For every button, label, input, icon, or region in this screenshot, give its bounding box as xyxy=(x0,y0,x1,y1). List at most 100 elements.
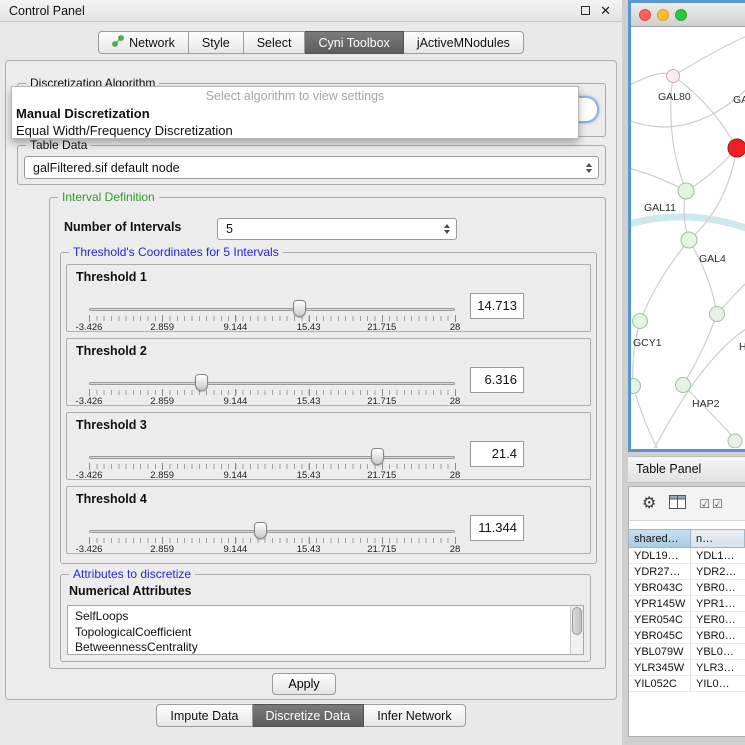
network-node[interactable] xyxy=(678,183,694,199)
cyni-toolbox-panel: Discretization Algorithm Select algorith… xyxy=(5,60,617,700)
number-of-intervals-combobox[interactable]: 5 xyxy=(217,218,457,240)
table-data-combobox[interactable]: galFiltered.sif default node xyxy=(24,156,599,179)
network-node[interactable] xyxy=(667,70,680,83)
threshold-slider[interactable]: -3.4262.8599.14415.4321.71528 xyxy=(89,413,455,479)
slider-minor-ticks xyxy=(89,390,455,395)
table-row[interactable]: YIL052CYIL0… xyxy=(629,676,745,692)
dropdown-option-manual-discretization[interactable]: Manual Discretization xyxy=(12,105,578,122)
float-window-icon[interactable] xyxy=(581,6,590,15)
slider-thumb[interactable] xyxy=(371,448,384,465)
table-toolbar: ⚙ ☑☑ xyxy=(629,487,745,521)
threshold-slider[interactable]: -3.4262.8599.14415.4321.71528 xyxy=(89,339,455,405)
slider-tick-label: 21.715 xyxy=(367,544,396,555)
combo-arrows-icon xyxy=(586,163,592,173)
slider-major-tick xyxy=(455,537,456,544)
table-row[interactable]: YBR045CYBR0… xyxy=(629,628,745,644)
tab-label: Cyni Toolbox xyxy=(318,36,389,50)
list-scrollbar[interactable] xyxy=(570,606,583,654)
tab-style[interactable]: Style xyxy=(189,31,244,54)
slider-thumb[interactable] xyxy=(293,300,306,317)
top-tab-bar: NetworkStyleSelect Cyni Toolbox jActiveMNo… xyxy=(0,31,622,54)
thresholds-group: Threshold's Coordinates for 5 Intervals … xyxy=(60,252,597,564)
algorithm-dropdown-popup: Select algorithm to view settings Manual… xyxy=(11,86,579,139)
network-edge[interactable] xyxy=(631,167,686,191)
network-edge[interactable] xyxy=(651,327,745,448)
threshold-slider[interactable]: -3.4262.8599.14415.4321.71528 xyxy=(89,487,455,553)
network-edge[interactable] xyxy=(686,148,737,191)
attribute-list-item[interactable]: BetweennessCentrality xyxy=(68,640,583,655)
tab-infer-network[interactable]: Infer Network xyxy=(364,704,465,727)
table-row[interactable]: YBL079WYBL0… xyxy=(629,644,745,660)
network-edge[interactable] xyxy=(689,240,717,314)
slider-tick-label: 2.859 xyxy=(150,396,174,407)
slider-tick-label: 2.859 xyxy=(150,544,174,555)
network-node[interactable] xyxy=(681,232,697,248)
dropdown-option-equal-width-frequency[interactable]: Equal Width/Frequency Discretization xyxy=(12,122,578,139)
slider-thumb[interactable] xyxy=(254,522,267,539)
slider-major-tick xyxy=(455,315,456,322)
table-row[interactable]: YPR145WYPR1… xyxy=(629,596,745,612)
tab-cyni-toolbox[interactable]: Cyni Toolbox xyxy=(305,31,403,54)
network-edge[interactable] xyxy=(673,76,737,148)
table-row[interactable]: YER054CYER0… xyxy=(629,612,745,628)
table-row[interactable]: YDR27…YDR2… xyxy=(629,564,745,580)
threshold-slider[interactable]: -3.4262.8599.14415.4321.71528 xyxy=(89,265,455,331)
slider-major-tick xyxy=(235,389,236,396)
network-canvas[interactable]: GAL80GAGAL11GAL4GCY1HHAP2 xyxy=(631,27,745,448)
network-edge[interactable] xyxy=(683,385,735,439)
network-node[interactable] xyxy=(633,314,648,329)
slider-major-tick xyxy=(309,537,310,544)
attribute-list-item[interactable]: SelfLoops xyxy=(68,609,583,625)
gear-icon[interactable]: ⚙ xyxy=(642,496,656,512)
scrollbar-thumb[interactable] xyxy=(572,607,582,635)
network-node[interactable] xyxy=(631,379,641,394)
select-checkbox-icons[interactable]: ☑☑ xyxy=(699,497,725,511)
threshold-value-field[interactable]: 11.344 xyxy=(470,515,524,541)
slider-thumb[interactable] xyxy=(195,374,208,391)
numerical-attributes-list[interactable]: SelfLoopsTopologicalCoefficientBetweenne… xyxy=(67,605,584,655)
network-edge[interactable] xyxy=(633,321,640,386)
table-row[interactable]: YBR043CYBR0… xyxy=(629,580,745,596)
close-window-icon[interactable]: ✕ xyxy=(600,4,611,17)
threshold-value-field[interactable]: 6.316 xyxy=(470,367,524,393)
column-header-0[interactable]: shared… xyxy=(629,529,691,548)
tab-impute-data[interactable]: Impute Data xyxy=(156,704,252,727)
slider-tick-label: 9.144 xyxy=(224,396,248,407)
network-edge[interactable] xyxy=(633,386,661,448)
attribute-list-item[interactable]: TopologicalCoefficient xyxy=(68,625,583,641)
tab-network[interactable]: Network xyxy=(98,31,189,54)
network-edge[interactable] xyxy=(640,240,689,321)
zoom-traffic-light[interactable] xyxy=(675,9,687,21)
table-cell: YIL052C xyxy=(629,676,691,691)
column-header-1[interactable]: n… xyxy=(691,529,745,548)
table-data-value: galFiltered.sif default node xyxy=(33,161,180,175)
network-edge[interactable] xyxy=(631,217,745,229)
tab-jactivemnodules[interactable]: jActiveMNodules xyxy=(404,31,524,54)
slider-major-tick xyxy=(89,389,90,396)
dropdown-placeholder-option[interactable]: Select algorithm to view settings xyxy=(12,88,578,105)
apply-button[interactable]: Apply xyxy=(272,673,336,695)
threshold-value-field[interactable]: 21.4 xyxy=(470,441,524,467)
network-node[interactable] xyxy=(710,307,725,322)
slider-major-tick xyxy=(455,389,456,396)
minimize-traffic-light[interactable] xyxy=(657,9,669,21)
tab-discretize-data[interactable]: Discretize Data xyxy=(253,704,365,727)
tab-select[interactable]: Select xyxy=(244,31,306,54)
table-row[interactable]: YLR345WYLR3… xyxy=(629,660,745,676)
slider-major-tick xyxy=(89,463,90,470)
network-window-titlebar xyxy=(631,3,745,27)
network-node[interactable] xyxy=(728,434,742,448)
network-node[interactable] xyxy=(676,378,691,393)
slider-tick-label: 9.144 xyxy=(224,470,248,481)
slider-tick-label: 28 xyxy=(450,544,461,555)
columns-icon[interactable] xyxy=(669,495,686,512)
slider-tick-label: 28 xyxy=(450,322,461,333)
slider-major-tick xyxy=(162,315,163,322)
network-edge[interactable] xyxy=(673,35,745,76)
slider-tick-label: 15.43 xyxy=(297,322,321,333)
close-traffic-light[interactable] xyxy=(639,9,651,21)
table-row[interactable]: YDL19…YDL1… xyxy=(629,548,745,564)
table-cell: YBR043C xyxy=(629,580,691,595)
threshold-value-field[interactable]: 14.713 xyxy=(470,293,524,319)
network-node[interactable] xyxy=(728,139,745,157)
